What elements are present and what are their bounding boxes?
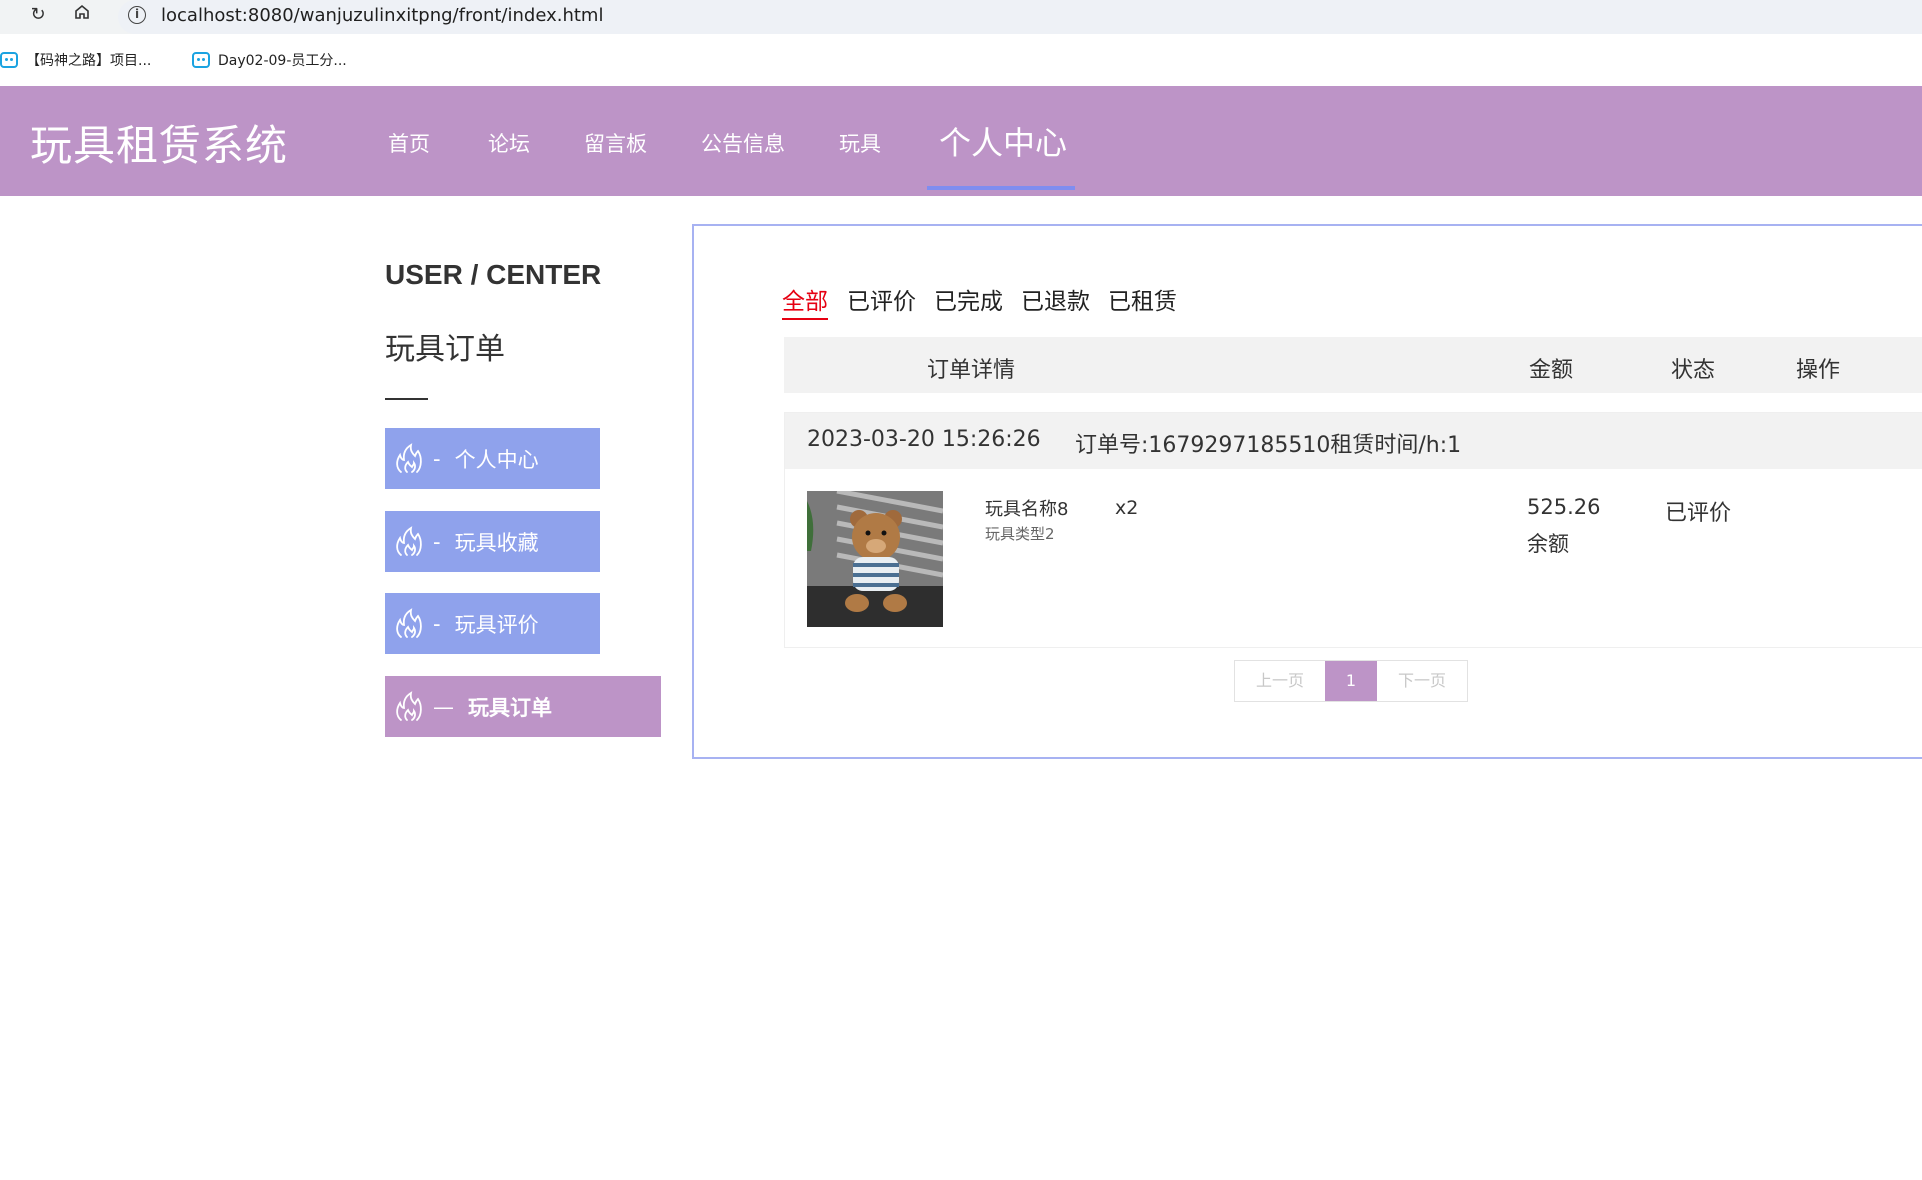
sidebar-item-label: 玩具收藏	[454, 530, 539, 555]
toy-quantity: x2	[1115, 497, 1139, 519]
sidebar-item-reviews[interactable]: - 玩具评价	[385, 593, 600, 654]
prev-page-button[interactable]: 上一页	[1235, 661, 1325, 701]
sidebar-item-dash: -	[433, 446, 441, 471]
orders-table-header: 订单详情 金额 状态 操作	[784, 337, 1922, 393]
nav-user-center[interactable]: 个人中心	[939, 118, 1067, 164]
current-page-button[interactable]: 1	[1325, 661, 1377, 701]
site-info-icon[interactable]: i	[128, 6, 146, 24]
browser-toolbar: ↻ i localhost:8080/wanjuzulinxitpng/fron…	[0, 0, 1922, 34]
sidebar-item-user-center[interactable]: - 个人中心	[385, 428, 600, 489]
order-status: 已评价	[1665, 501, 1732, 526]
filter-tab-rented[interactable]: 已租赁	[1108, 282, 1177, 316]
home-icon[interactable]	[70, 3, 94, 27]
sidebar-item-favorites[interactable]: - 玩具收藏	[385, 511, 600, 572]
url-text[interactable]: localhost:8080/wanjuzulinxitpng/front/in…	[161, 4, 603, 28]
flame-icon	[396, 690, 422, 721]
sidebar-item-dash: —	[433, 694, 454, 719]
sidebar-item-dash: -	[433, 529, 441, 554]
bookmark-item[interactable]: Day02-09-员工分...	[192, 46, 347, 74]
flame-icon	[396, 607, 422, 638]
nav-toys[interactable]: 玩具	[839, 128, 881, 158]
filter-tab-completed[interactable]: 已完成	[934, 282, 1003, 316]
toy-name: 玩具名称8	[985, 499, 1069, 520]
column-header: 状态	[1671, 358, 1716, 383]
teddy-bear-image	[807, 491, 943, 627]
column-header: 操作	[1796, 358, 1841, 383]
sidebar-item-label: 玩具订单	[468, 695, 552, 720]
bookmarks-bar: 【码神之路】项目... Day02-09-员工分...	[0, 46, 1922, 74]
bilibili-icon	[192, 52, 210, 68]
toy-thumbnail[interactable]	[807, 491, 943, 627]
orders-panel: 全部 已评价 已完成 已退款 已租赁 订单详情 金额 状态 操作 2023-03…	[692, 224, 1922, 759]
toy-type: 玩具类型2	[985, 525, 1055, 543]
sidebar-divider	[385, 398, 428, 400]
nav-message-board[interactable]: 留言板	[584, 128, 647, 158]
column-header: 订单详情	[927, 358, 1016, 383]
filter-tab-reviewed[interactable]: 已评价	[847, 282, 916, 316]
flame-icon	[396, 442, 422, 473]
nav-home[interactable]: 首页	[388, 128, 430, 158]
nav-active-underline	[927, 186, 1075, 190]
sidebar-item-dash: -	[433, 611, 441, 636]
order-card-header: 2023-03-20 15:26:26 订单号:1679297185510租赁时…	[785, 413, 1922, 469]
sidebar-heading: USER / CENTER	[385, 259, 602, 290]
filter-tab-refunded[interactable]: 已退款	[1021, 282, 1090, 316]
flame-icon	[396, 525, 422, 556]
sidebar-subtitle: 玩具订单	[385, 332, 505, 367]
site-title: 玩具租赁系统	[30, 121, 289, 170]
nav-forum[interactable]: 论坛	[488, 128, 530, 158]
column-header: 金额	[1529, 358, 1574, 383]
bookmark-item[interactable]: 【码神之路】项目...	[0, 46, 151, 74]
nav-announcements[interactable]: 公告信息	[701, 128, 785, 158]
sidebar-item-orders[interactable]: — 玩具订单	[385, 676, 661, 737]
order-number: 订单号:1679297185510租赁时间/h:1	[1075, 433, 1462, 458]
sidebar-item-label: 玩具评价	[454, 612, 539, 637]
site-header: 玩具租赁系统 首页 论坛 留言板 公告信息 玩具 个人中心	[0, 86, 1922, 196]
payment-method: 余额	[1527, 532, 1569, 556]
reload-icon[interactable]: ↻	[26, 3, 50, 27]
filter-tab-all[interactable]: 全部	[782, 282, 828, 320]
sidebar-item-label: 个人中心	[454, 447, 539, 472]
bilibili-icon	[0, 52, 18, 68]
order-card: 2023-03-20 15:26:26 订单号:1679297185510租赁时…	[784, 412, 1922, 648]
order-amount: 525.26	[1527, 495, 1601, 519]
bookmark-label: Day02-09-员工分...	[218, 53, 347, 69]
pagination: 上一页 1 下一页	[1234, 660, 1468, 702]
bookmark-label: 【码神之路】项目...	[26, 53, 152, 69]
order-date: 2023-03-20 15:26:26	[807, 427, 1041, 452]
next-page-button[interactable]: 下一页	[1377, 661, 1467, 701]
